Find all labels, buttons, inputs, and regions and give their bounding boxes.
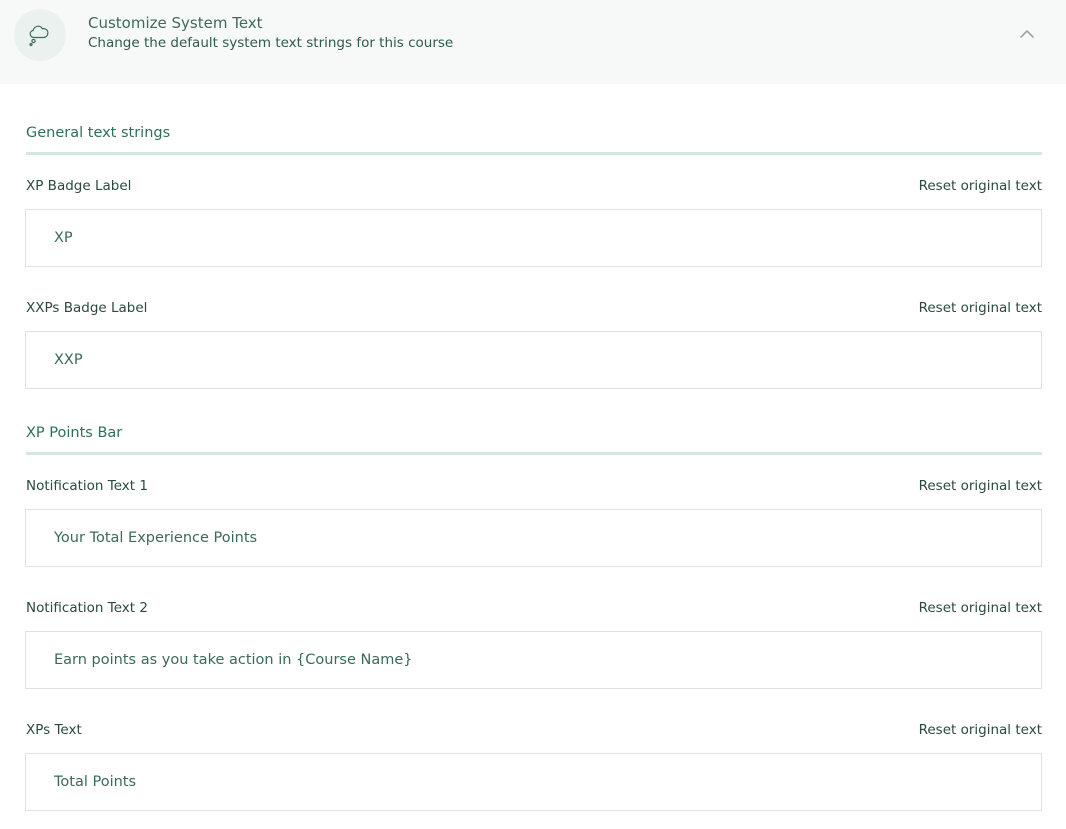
reset-notification-2-link[interactable]: Reset original text	[919, 600, 1042, 616]
field-label-notification-2: Notification Text 2	[26, 600, 148, 616]
panel-header[interactable]: Customize System Text Change the default…	[0, 0, 1066, 84]
panel-title: Customize System Text	[88, 14, 263, 32]
notification-1-input[interactable]	[25, 509, 1042, 567]
reset-xp-badge-link[interactable]: Reset original text	[919, 178, 1042, 194]
field-label-xp-badge: XP Badge Label	[26, 178, 132, 194]
reset-xps-text-link[interactable]: Reset original text	[919, 722, 1042, 738]
cloud-chat-icon	[29, 25, 49, 47]
xp-badge-input[interactable]	[25, 209, 1042, 267]
customize-system-text-panel: Customize System Text Change the default…	[0, 0, 1066, 829]
header-icon-badge	[14, 9, 66, 61]
field-label-xps-text: XPs Text	[26, 722, 82, 738]
collapse-button[interactable]	[1012, 20, 1042, 48]
xxps-badge-input[interactable]	[25, 331, 1042, 389]
chevron-up-icon	[1020, 30, 1034, 38]
section-heading-xp-points-bar: XP Points Bar	[26, 424, 1042, 455]
panel-subtitle: Change the default system text strings f…	[88, 35, 454, 51]
reset-xxps-badge-link[interactable]: Reset original text	[919, 300, 1042, 316]
xps-text-input[interactable]	[25, 753, 1042, 811]
reset-notification-1-link[interactable]: Reset original text	[919, 478, 1042, 494]
notification-2-input[interactable]	[25, 631, 1042, 689]
field-label-notification-1: Notification Text 1	[26, 478, 148, 494]
section-heading-general: General text strings	[26, 124, 1042, 155]
field-label-xxps-badge: XXPs Badge Label	[26, 300, 148, 316]
